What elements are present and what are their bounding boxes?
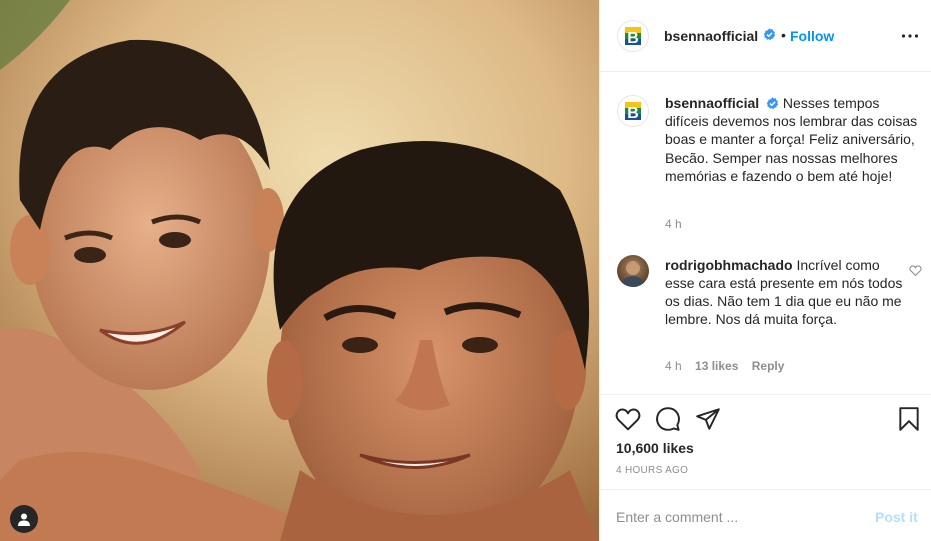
- bookmark-icon[interactable]: [896, 406, 922, 432]
- comment-body: rodrigobhmachado Incrível como esse cara…: [665, 256, 903, 328]
- brand-letter: B: [627, 105, 639, 122]
- comment-like-heart-icon[interactable]: [909, 264, 922, 277]
- comment-likes[interactable]: 13 likes: [695, 359, 738, 373]
- verified-badge-icon: [763, 28, 776, 41]
- user-tag-button[interactable]: [10, 505, 38, 533]
- author-username[interactable]: bsennaofficial: [664, 28, 758, 44]
- verified-badge-icon: [766, 97, 779, 110]
- post-header: B bsennaofficial • Follow: [600, 0, 931, 72]
- post-panel: B bsennaofficial • Follow B bsennaoffici…: [600, 0, 931, 541]
- comment-time[interactable]: 4 h: [665, 359, 682, 373]
- comment-input[interactable]: [616, 507, 856, 527]
- commenter-username[interactable]: rodrigobhmachado: [665, 257, 793, 273]
- post-caption: bsennaofficial Nesses tempos difíceis de…: [665, 94, 923, 185]
- comment-icon[interactable]: [655, 406, 681, 432]
- comment-meta: 4 h 13 likes Reply: [665, 359, 794, 373]
- user-tag-icon: [18, 513, 30, 526]
- caption-username[interactable]: bsennaofficial: [665, 95, 759, 111]
- brand-letter: B: [627, 30, 639, 47]
- more-options-icon[interactable]: [900, 27, 920, 45]
- caption-time[interactable]: 4 h: [665, 217, 682, 231]
- post-photo-illustration: [0, 0, 599, 541]
- post-comment-button[interactable]: Post it: [875, 509, 918, 525]
- brand-logo-icon: B: [618, 96, 648, 126]
- commenter-avatar-image: [621, 261, 645, 287]
- caption-author-avatar[interactable]: B: [617, 95, 649, 127]
- share-icon[interactable]: [695, 406, 721, 432]
- like-count[interactable]: 10,600 likes: [616, 440, 694, 456]
- commenter-avatar[interactable]: [617, 255, 649, 287]
- comment-bar: Post it: [600, 489, 931, 541]
- follow-button[interactable]: Follow: [790, 28, 834, 44]
- heart-icon[interactable]: [615, 406, 641, 432]
- author-avatar[interactable]: B: [617, 20, 649, 52]
- header-separator: •: [781, 27, 786, 43]
- post-photo[interactable]: [0, 0, 599, 541]
- brand-logo-icon: B: [618, 21, 648, 51]
- reply-button[interactable]: Reply: [752, 359, 785, 373]
- post-time[interactable]: 4 HOURS AGO: [616, 465, 688, 476]
